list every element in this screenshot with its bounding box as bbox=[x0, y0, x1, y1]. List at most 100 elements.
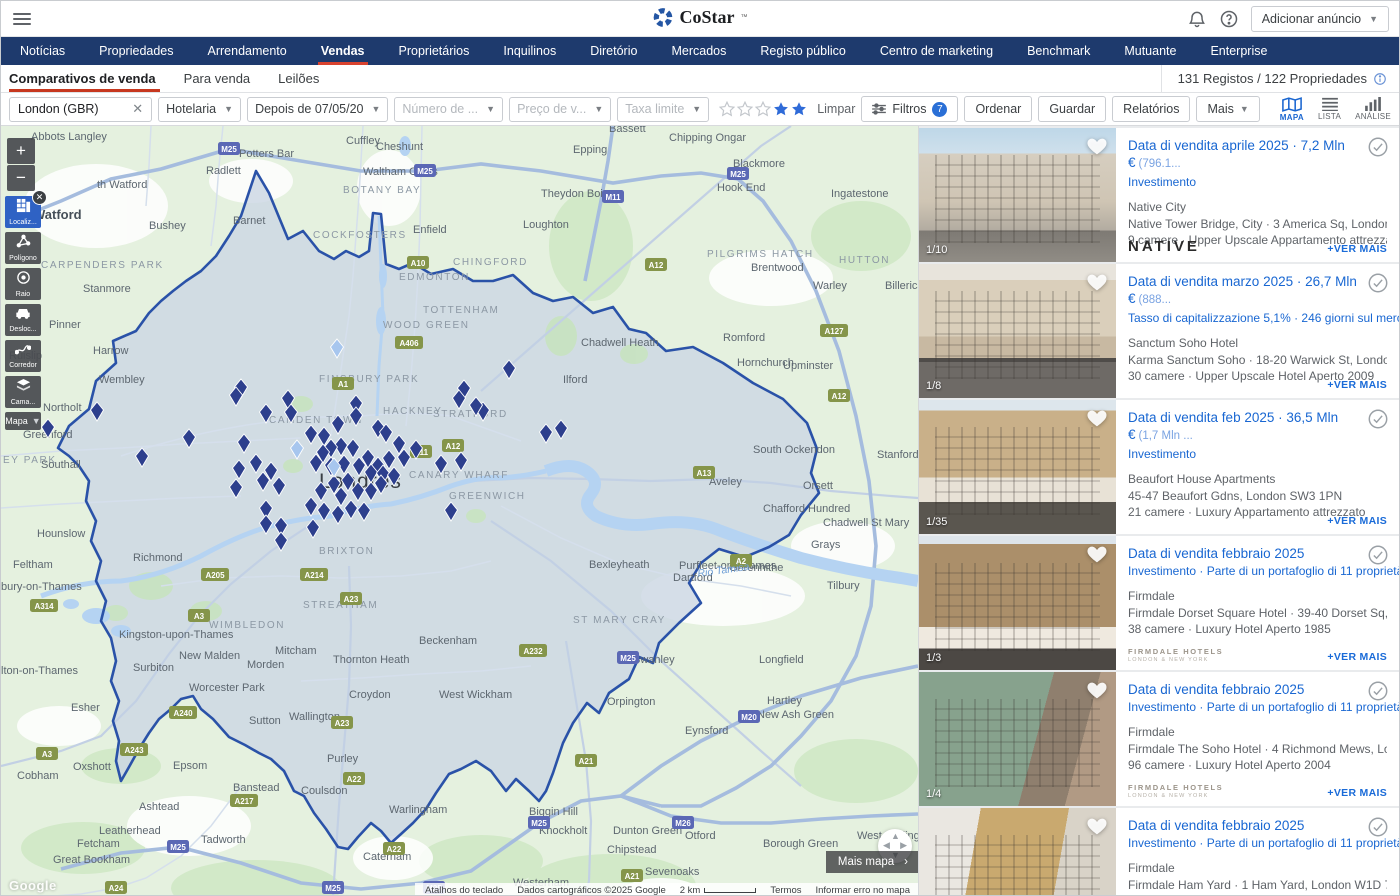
ver-mais-link[interactable]: +VER MAIS bbox=[1327, 787, 1387, 799]
property-card[interactable]: 1/10Data di vendita aprile 2025 · 7,2 Ml… bbox=[919, 128, 1399, 262]
clear-location-icon[interactable]: ✕ bbox=[132, 101, 143, 117]
property-photo[interactable]: 1/10 bbox=[919, 128, 1116, 262]
ver-mais-link[interactable]: +VER MAIS bbox=[1327, 651, 1387, 663]
hamburger-menu-icon[interactable] bbox=[13, 10, 31, 28]
close-icon[interactable]: ✕ bbox=[32, 190, 47, 205]
subtab-para-venda[interactable]: Para venda bbox=[170, 65, 265, 92]
filter-select-depois-de-07-05-20[interactable]: Depois de 07/05/20▼ bbox=[247, 97, 388, 122]
star-5-filled[interactable] bbox=[791, 101, 807, 117]
view-toggle-analise[interactable]: ANÁLISE bbox=[1355, 97, 1391, 121]
property-card[interactable]: 1/4 Data di vendita febbraio 2025 Investim… bbox=[919, 672, 1399, 806]
more-button[interactable]: Mais ▼ bbox=[1196, 96, 1259, 122]
nav-item-vendas[interactable]: Vendas bbox=[304, 37, 382, 65]
property-photo[interactable]: 1/3 bbox=[919, 536, 1116, 670]
ver-mais-link[interactable]: +VER MAIS bbox=[1327, 243, 1387, 255]
listing-title-link[interactable]: Data di vendita febbraio 2025 bbox=[1128, 818, 1304, 833]
subtab-comparativos-de-venda[interactable]: Comparativos de venda bbox=[1, 65, 170, 92]
favorite-heart-icon[interactable] bbox=[1086, 679, 1108, 701]
property-card[interactable]: 1/35Data di vendita feb 2025 · 36,5 Mln … bbox=[919, 400, 1399, 534]
keyboard-shortcuts-link[interactable]: Atalhos do teclado bbox=[425, 885, 503, 896]
view-toggle-lista[interactable]: LISTA bbox=[1318, 97, 1341, 121]
nav-item-mutuante[interactable]: Mutuante bbox=[1107, 37, 1193, 65]
verified-check-icon[interactable] bbox=[1367, 544, 1389, 566]
nav-item-mercados[interactable]: Mercados bbox=[654, 37, 743, 65]
zoom-in-button[interactable]: + bbox=[7, 138, 35, 164]
zoom-out-button[interactable]: − bbox=[7, 165, 35, 191]
map-tool-raio[interactable]: Raio bbox=[5, 268, 41, 300]
nav-item-inquilinos[interactable]: Inquilinos bbox=[486, 37, 573, 65]
nav-item-registo-publico[interactable]: Registo público bbox=[743, 37, 862, 65]
listing-subtitle-link[interactable]: Investimento · Parte di un portafoglio d… bbox=[1128, 700, 1399, 714]
listing-subtitle-link[interactable]: Investimento bbox=[1128, 447, 1196, 461]
view-toggle-mapa[interactable]: MAPA bbox=[1280, 97, 1304, 122]
listing-title-link[interactable]: Data di vendita febbraio 2025 bbox=[1128, 682, 1304, 697]
nav-item-benchmark[interactable]: Benchmark bbox=[1010, 37, 1107, 65]
pan-left-icon[interactable]: ◀ bbox=[883, 841, 890, 850]
listing-subtitle-link[interactable]: Tasso di capitalizzazione 5,1% · 246 gio… bbox=[1128, 311, 1399, 325]
help-icon[interactable] bbox=[1219, 9, 1239, 29]
listing-subtitle-link[interactable]: Investimento · Parte di un portafoglio d… bbox=[1128, 564, 1399, 578]
add-listing-button[interactable]: Adicionar anúncio ▼ bbox=[1251, 6, 1389, 32]
filter-select-hotelaria[interactable]: Hotelaria▼ bbox=[158, 97, 241, 122]
subtab-leiloes[interactable]: Leilões bbox=[264, 65, 333, 92]
verified-check-icon[interactable] bbox=[1367, 136, 1389, 158]
listing-subtitle-link[interactable]: Investimento bbox=[1128, 175, 1196, 189]
favorite-heart-icon[interactable] bbox=[1086, 135, 1108, 157]
nav-item-diretorio[interactable]: Diretório bbox=[573, 37, 654, 65]
verified-check-icon[interactable] bbox=[1367, 680, 1389, 702]
costar-logo[interactable]: CoStar ™ bbox=[653, 7, 748, 28]
pan-right-icon[interactable]: ▶ bbox=[900, 841, 907, 850]
map-tool-desloc[interactable]: Desloc... bbox=[5, 304, 41, 336]
nav-item-propriedades[interactable]: Propriedades bbox=[82, 37, 190, 65]
nav-item-centro-de-marketing[interactable]: Centro de marketing bbox=[863, 37, 1010, 65]
property-card[interactable]: 1/8Data di vendita marzo 2025 · 26,7 Mln… bbox=[919, 264, 1399, 398]
nav-item-proprietarios[interactable]: Proprietários bbox=[382, 37, 487, 65]
nav-item-arrendamento[interactable]: Arrendamento bbox=[191, 37, 304, 65]
property-card[interactable]: Data di vendita febbraio 2025 Investiment… bbox=[919, 808, 1399, 896]
relatorios-button[interactable]: Relatórios bbox=[1112, 96, 1190, 122]
clear-filters-link[interactable]: Limpar bbox=[817, 102, 855, 116]
ver-mais-link[interactable]: +VER MAIS bbox=[1327, 379, 1387, 391]
property-photo[interactable]: 1/4 bbox=[919, 672, 1116, 806]
star-3-empty[interactable] bbox=[755, 101, 771, 117]
verified-check-icon[interactable] bbox=[1367, 408, 1389, 430]
map-style-button[interactable]: Mapa▼ bbox=[5, 412, 41, 430]
map-town-label: Beckenham bbox=[419, 635, 477, 647]
info-icon[interactable] bbox=[1373, 72, 1387, 86]
ordenar-button[interactable]: Ordenar bbox=[964, 96, 1032, 122]
pan-up-icon[interactable]: ▲ bbox=[891, 832, 900, 841]
more-map-button[interactable]: Mais mapa › bbox=[826, 851, 918, 873]
star-4-filled[interactable] bbox=[773, 101, 789, 117]
property-card[interactable]: 1/3 Data di vendita febbraio 2025 Investim… bbox=[919, 536, 1399, 670]
location-search-input[interactable]: London (GBR) ✕ bbox=[9, 97, 152, 122]
property-photo[interactable] bbox=[919, 808, 1116, 896]
favorite-heart-icon[interactable] bbox=[1086, 407, 1108, 429]
nav-item-enterprise[interactable]: Enterprise bbox=[1193, 37, 1284, 65]
map-tool-localiz[interactable]: Localiz...✕ bbox=[5, 196, 41, 228]
listing-subtitle-link[interactable]: Investimento · Parte di un portafoglio d… bbox=[1128, 836, 1399, 850]
guardar-button[interactable]: Guardar bbox=[1038, 96, 1106, 122]
map-tool-cama[interactable]: Cama... bbox=[5, 376, 41, 408]
star-rating-filter[interactable] bbox=[719, 101, 807, 117]
star-1-empty[interactable] bbox=[719, 101, 735, 117]
terms-link[interactable]: Termos bbox=[770, 885, 801, 896]
report-map-error-link[interactable]: Informar erro no mapa bbox=[815, 885, 910, 896]
listing-title-link[interactable]: Data di vendita febbraio 2025 bbox=[1128, 546, 1304, 561]
svg-text:A12: A12 bbox=[446, 442, 461, 451]
map-tool-corredor[interactable]: Corredor bbox=[5, 340, 41, 372]
map-tool-poligono[interactable]: Polígono bbox=[5, 232, 41, 264]
map-canvas[interactable]: CARPENDERS PARKCOCKFOSTERSBOTANY BAYEDMO… bbox=[1, 126, 918, 896]
notifications-bell-icon[interactable] bbox=[1187, 9, 1207, 29]
verified-check-icon[interactable] bbox=[1367, 816, 1389, 838]
ver-mais-link[interactable]: +VER MAIS bbox=[1327, 515, 1387, 527]
favorite-heart-icon[interactable] bbox=[1086, 815, 1108, 837]
property-photo[interactable]: 1/8 bbox=[919, 264, 1116, 398]
favorite-heart-icon[interactable] bbox=[1086, 271, 1108, 293]
filters-button[interactable]: Filtros 7 bbox=[861, 96, 958, 122]
verified-check-icon[interactable] bbox=[1367, 272, 1389, 294]
favorite-heart-icon[interactable] bbox=[1086, 543, 1108, 565]
chart-icon bbox=[1364, 97, 1382, 111]
star-2-empty[interactable] bbox=[737, 101, 753, 117]
property-photo[interactable]: 1/35 bbox=[919, 400, 1116, 534]
nav-item-noticias[interactable]: Notícias bbox=[3, 37, 82, 65]
